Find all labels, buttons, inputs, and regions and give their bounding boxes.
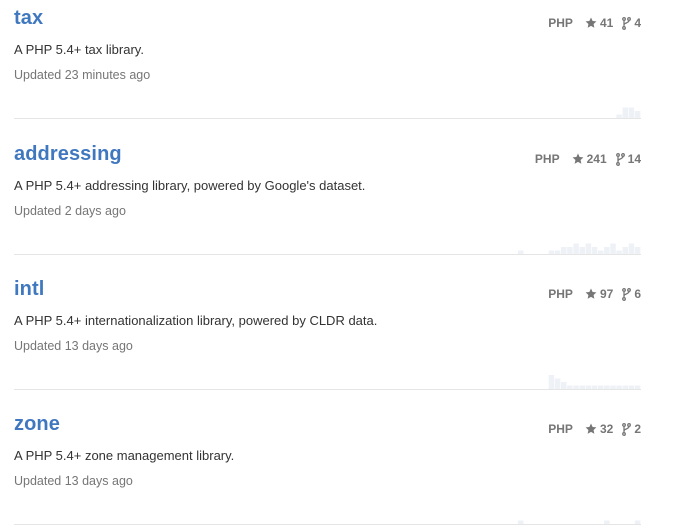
activity-bar — [573, 385, 579, 389]
activity-bar — [579, 385, 586, 389]
activity-bar — [585, 243, 592, 254]
repo-updated: Updated 23 minutes ago — [14, 68, 151, 82]
forks-link[interactable]: 6 — [622, 287, 641, 301]
activity-bar — [591, 247, 598, 254]
repo-description: A PHP 5.4+ addressing library, powered b… — [14, 178, 366, 193]
activity-bar — [610, 385, 616, 389]
repo-item-tax: tax PHP 41 4 A PHP 5.4+ tax library. Upd… — [14, 0, 641, 119]
activity-bar — [573, 243, 579, 254]
activity-bar — [628, 107, 635, 118]
star-icon — [572, 153, 584, 164]
activity-sparkline — [548, 375, 641, 389]
activity-bar — [517, 250, 524, 254]
activity-bar — [554, 378, 561, 389]
fork-count: 4 — [634, 16, 641, 30]
fork-icon — [622, 422, 632, 436]
activity-sparkline — [517, 243, 641, 254]
star-icon — [585, 17, 597, 28]
fork-icon — [622, 16, 632, 30]
repo-item-intl: intl PHP 97 6 A PHP 5.4+ internationaliz… — [14, 271, 641, 390]
activity-bar — [604, 385, 610, 389]
activity-bar — [561, 382, 567, 389]
activity-bar — [622, 385, 629, 389]
activity-bar — [616, 114, 622, 118]
fork-count: 2 — [634, 422, 641, 436]
repo-item-addressing: addressing PHP 241 14 A PHP 5.4+ address… — [14, 136, 641, 255]
repo-name-link[interactable]: tax — [14, 7, 43, 30]
stargazers-link[interactable]: 41 — [585, 16, 613, 30]
star-count: 241 — [586, 152, 607, 166]
activity-bar — [591, 385, 598, 389]
activity-bar — [616, 385, 622, 389]
activity-bar — [567, 385, 573, 389]
activity-bar — [548, 250, 555, 254]
activity-bar — [597, 250, 604, 254]
activity-bar — [616, 250, 622, 254]
repo-updated: Updated 13 days ago — [14, 474, 133, 488]
repo-description: A PHP 5.4+ internationalization library,… — [14, 313, 378, 328]
repo-updated: Updated 13 days ago — [14, 339, 133, 353]
repo-name-link[interactable]: addressing — [14, 143, 122, 166]
repo-stats: PHP 97 6 — [548, 287, 641, 301]
activity-bar — [561, 247, 567, 254]
activity-bar — [604, 247, 610, 254]
activity-sparkline — [517, 520, 641, 524]
repo-stats: PHP 41 4 — [548, 16, 641, 30]
activity-bar — [604, 520, 610, 524]
stargazers-link[interactable]: 32 — [585, 422, 613, 436]
repo-name-link[interactable]: intl — [14, 278, 44, 301]
forks-link[interactable]: 4 — [622, 16, 641, 30]
activity-bar — [622, 107, 629, 118]
repo-description: A PHP 5.4+ tax library. — [14, 42, 144, 57]
forks-link[interactable]: 2 — [622, 422, 641, 436]
repo-language: PHP — [534, 152, 560, 166]
activity-bar — [517, 520, 524, 524]
stargazers-link[interactable]: 97 — [585, 287, 613, 301]
repo-description: A PHP 5.4+ zone management library. — [14, 448, 235, 463]
activity-bar — [634, 385, 641, 389]
repo-language: PHP — [548, 16, 573, 30]
star-count: 41 — [599, 16, 614, 30]
activity-bar — [597, 385, 604, 389]
star-count: 32 — [599, 422, 614, 436]
activity-bar — [610, 243, 616, 254]
activity-bar — [628, 385, 635, 389]
fork-icon — [615, 152, 625, 166]
repo-updated: Updated 2 days ago — [14, 204, 126, 218]
activity-bar — [634, 247, 641, 254]
star-count: 97 — [599, 287, 614, 301]
repo-list: tax PHP 41 4 A PHP 5.4+ tax library. Upd… — [0, 0, 674, 526]
repo-item-zone: zone PHP 32 2 A PHP 5.4+ zone management… — [14, 406, 641, 525]
activity-bar — [628, 243, 635, 254]
forks-link[interactable]: 14 — [615, 152, 641, 166]
activity-bar — [634, 111, 641, 118]
repo-stats: PHP 32 2 — [548, 422, 641, 436]
repo-language: PHP — [548, 287, 573, 301]
activity-sparkline — [616, 107, 641, 118]
repo-name-link[interactable]: zone — [14, 413, 60, 436]
fork-icon — [622, 287, 632, 301]
star-icon — [585, 288, 597, 299]
fork-count: 14 — [627, 152, 641, 166]
star-icon — [585, 423, 597, 434]
activity-bar — [579, 247, 586, 254]
activity-bar — [634, 520, 641, 524]
stargazers-link[interactable]: 241 — [572, 152, 607, 166]
repo-stats: PHP 241 14 — [535, 152, 641, 166]
activity-bar — [567, 247, 573, 254]
activity-bar — [622, 247, 629, 254]
activity-bar — [548, 375, 555, 389]
repo-language: PHP — [548, 422, 573, 436]
activity-bar — [585, 385, 592, 389]
activity-bar — [554, 250, 561, 254]
fork-count: 6 — [634, 287, 641, 301]
